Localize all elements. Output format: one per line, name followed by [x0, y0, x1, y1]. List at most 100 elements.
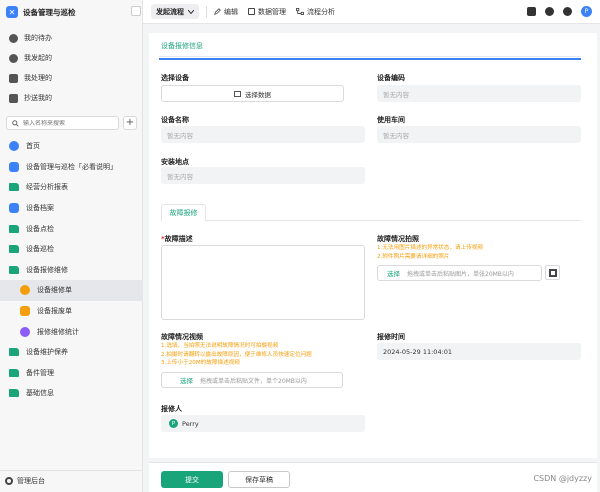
video-upload-pick[interactable]: 选择 — [162, 375, 200, 385]
folder-icon — [9, 348, 19, 357]
flow-analysis-label: 流程分析 — [307, 7, 335, 16]
select-data-button[interactable]: 选择数据 — [161, 85, 344, 102]
sidebar-item-check[interactable]: 设备点检 — [0, 218, 143, 239]
sidebar-item-label: 基础信息 — [26, 389, 54, 398]
search-input[interactable] — [23, 119, 113, 127]
hint-line: 2.附件照片需要请详细的照片 — [377, 253, 450, 260]
photo-upload-hint: 拖拽或单击后粘贴图片，单张20MB以内 — [407, 270, 514, 278]
device-code-field: 暂无内容 — [377, 85, 581, 102]
fault-desc-label-text: 故障描述 — [164, 235, 193, 243]
fault-tab-bar: 故障报修 — [161, 204, 581, 222]
sidebar-item-label: 首页 — [26, 142, 40, 151]
sidebar-item-label: 报修维修统计 — [37, 327, 79, 336]
doc-icon — [9, 161, 19, 172]
nav-tree: 首页 设备管理与巡检「必看说明」 经营分析报表 设备档案 设备点检 设备巡检 设… — [0, 136, 143, 404]
section-title: 设备报修信息 — [161, 42, 203, 50]
layout-icon[interactable] — [527, 7, 536, 16]
folder-icon — [9, 389, 19, 398]
app-title: 设备管理与巡检 — [23, 7, 76, 17]
watermark: CSDN @jdyzzy — [533, 474, 592, 483]
sidebar-item-patrol[interactable]: 设备巡检 — [0, 239, 143, 260]
workshop-label: 使用车间 — [377, 116, 405, 124]
chevron-down-icon — [188, 9, 194, 14]
folder-icon — [9, 245, 19, 254]
settings-icon[interactable] — [545, 7, 554, 16]
reporter-field: P Perry — [161, 415, 365, 432]
pencil-icon — [214, 8, 221, 15]
nav-search-row: + — [6, 116, 143, 132]
sidebar-item-spare-parts[interactable]: 备件管理 — [0, 363, 143, 384]
video-upload[interactable]: 选择 拖拽或单击后粘贴文件，单个20MB以内 — [161, 372, 343, 388]
hint-line: 3.上传小于20M的故障描述视频 — [161, 360, 240, 366]
sidebar-item-label: 设备点检 — [26, 224, 54, 233]
location-field: 暂无内容 — [161, 167, 365, 184]
admin-label: 管理后台 — [17, 476, 45, 485]
sidebar-item-maintenance[interactable]: 设备维护保养 — [0, 342, 143, 363]
doc-icon — [9, 203, 19, 214]
todo-icon — [9, 33, 18, 43]
save-draft-button[interactable]: 保存草稿 — [228, 471, 290, 488]
sidebar-item-home[interactable]: 首页 — [0, 136, 143, 157]
toolbar-right-icons: P — [527, 6, 592, 17]
quick-nav-handled[interactable]: 我处理的 — [0, 68, 142, 88]
help-icon[interactable] — [563, 7, 572, 16]
sidebar-item-repair-order[interactable]: 设备维修单 — [0, 280, 143, 301]
fault-desc-textarea[interactable] — [161, 245, 365, 320]
tab-fault-report[interactable]: 故障报修 — [161, 204, 206, 222]
sidebar-item-archive[interactable]: 设备档案 — [0, 198, 143, 219]
sidebar-item-label: 设备巡检 — [26, 245, 54, 254]
qr-code-icon — [548, 268, 557, 277]
workshop-field: 暂无内容 — [377, 126, 581, 143]
user-icon — [20, 285, 30, 296]
reporter-name: Perry — [182, 419, 199, 428]
quick-nav-label: 我处理的 — [24, 74, 52, 82]
photo-upload[interactable]: 选择 拖拽或单击后粘贴图片，单张20MB以内 — [377, 265, 542, 281]
sidebar-item-label: 备件管理 — [26, 368, 54, 377]
hint-line: 2.拍摄时请翻转以露出故障原因，便于维修人员快速定位问题 — [161, 351, 312, 358]
location-label: 安装地点 — [161, 158, 189, 166]
report-time-label: 报修时间 — [377, 333, 405, 341]
avatar[interactable]: P — [581, 6, 592, 17]
sidebar-item-repair[interactable]: 设备报修维修 — [0, 260, 143, 281]
section-divider — [159, 56, 581, 57]
form-actions: 提交 保存草稿 — [149, 462, 597, 492]
fault-photo-label: 故障情况拍照 — [377, 235, 419, 243]
select-data-icon — [234, 90, 241, 97]
flow-analysis-button[interactable]: 流程分析 — [296, 7, 335, 17]
hint-line: 1.无法用图片描述的异常状态，请上传视频 — [377, 245, 484, 251]
reporter-label: 报修人 — [161, 405, 182, 413]
edit-label: 编辑 — [224, 7, 238, 16]
fault-desc-label: *故障描述 — [161, 234, 193, 244]
sidebar-item-label: 经营分析报表 — [26, 183, 68, 192]
reporter-avatar: P — [169, 419, 178, 428]
select-data-label: 选择数据 — [245, 90, 271, 99]
sidebar-item-guide[interactable]: 设备管理与巡检「必看说明」 — [0, 157, 143, 178]
collapse-sidebar-icon[interactable] — [131, 6, 141, 16]
quick-nav-initiated[interactable]: 我发起的 — [0, 48, 142, 68]
top-toolbar: 发起流程 编辑 数据管理 流程分析 P — [143, 0, 600, 24]
quick-nav-label: 我的待办 — [24, 34, 52, 42]
add-nav-button[interactable]: + — [123, 116, 137, 130]
start-flow-label: 发起流程 — [156, 7, 184, 16]
flow-icon — [296, 8, 304, 15]
admin-console-link[interactable]: 管理后台 — [0, 470, 143, 490]
sidebar-item-basic-info[interactable]: 基础信息 — [0, 383, 143, 404]
photo-upload-pick[interactable]: 选择 — [378, 268, 407, 278]
sidebar-item-scrap-order[interactable]: 设备报废单 — [0, 301, 143, 322]
table-icon — [248, 8, 255, 15]
sidebar-item-repair-stats[interactable]: 报修维修统计 — [0, 321, 143, 342]
data-manage-button[interactable]: 数据管理 — [248, 7, 286, 17]
quick-nav-todo[interactable]: 我的待办 — [0, 28, 142, 48]
sidebar-item-reports[interactable]: 经营分析报表 — [0, 177, 143, 198]
edit-button[interactable]: 编辑 — [214, 7, 238, 17]
qr-upload-button[interactable] — [545, 265, 560, 280]
fault-photo-hints: 1.无法用图片描述的异常状态，请上传视频 2.附件照片需要请详细的照片 — [377, 244, 483, 261]
report-time-field: 2024-05-29 11:04:01 — [377, 343, 581, 360]
submit-button[interactable]: 提交 — [161, 471, 223, 488]
home-icon — [9, 141, 19, 152]
start-flow-dropdown[interactable]: 发起流程 — [151, 4, 199, 19]
sidebar-item-label: 设备报修维修 — [26, 265, 68, 274]
quick-nav-cc[interactable]: 抄送我的 — [0, 88, 142, 108]
nav-search — [6, 116, 119, 130]
quick-nav-label: 我发起的 — [24, 54, 52, 62]
